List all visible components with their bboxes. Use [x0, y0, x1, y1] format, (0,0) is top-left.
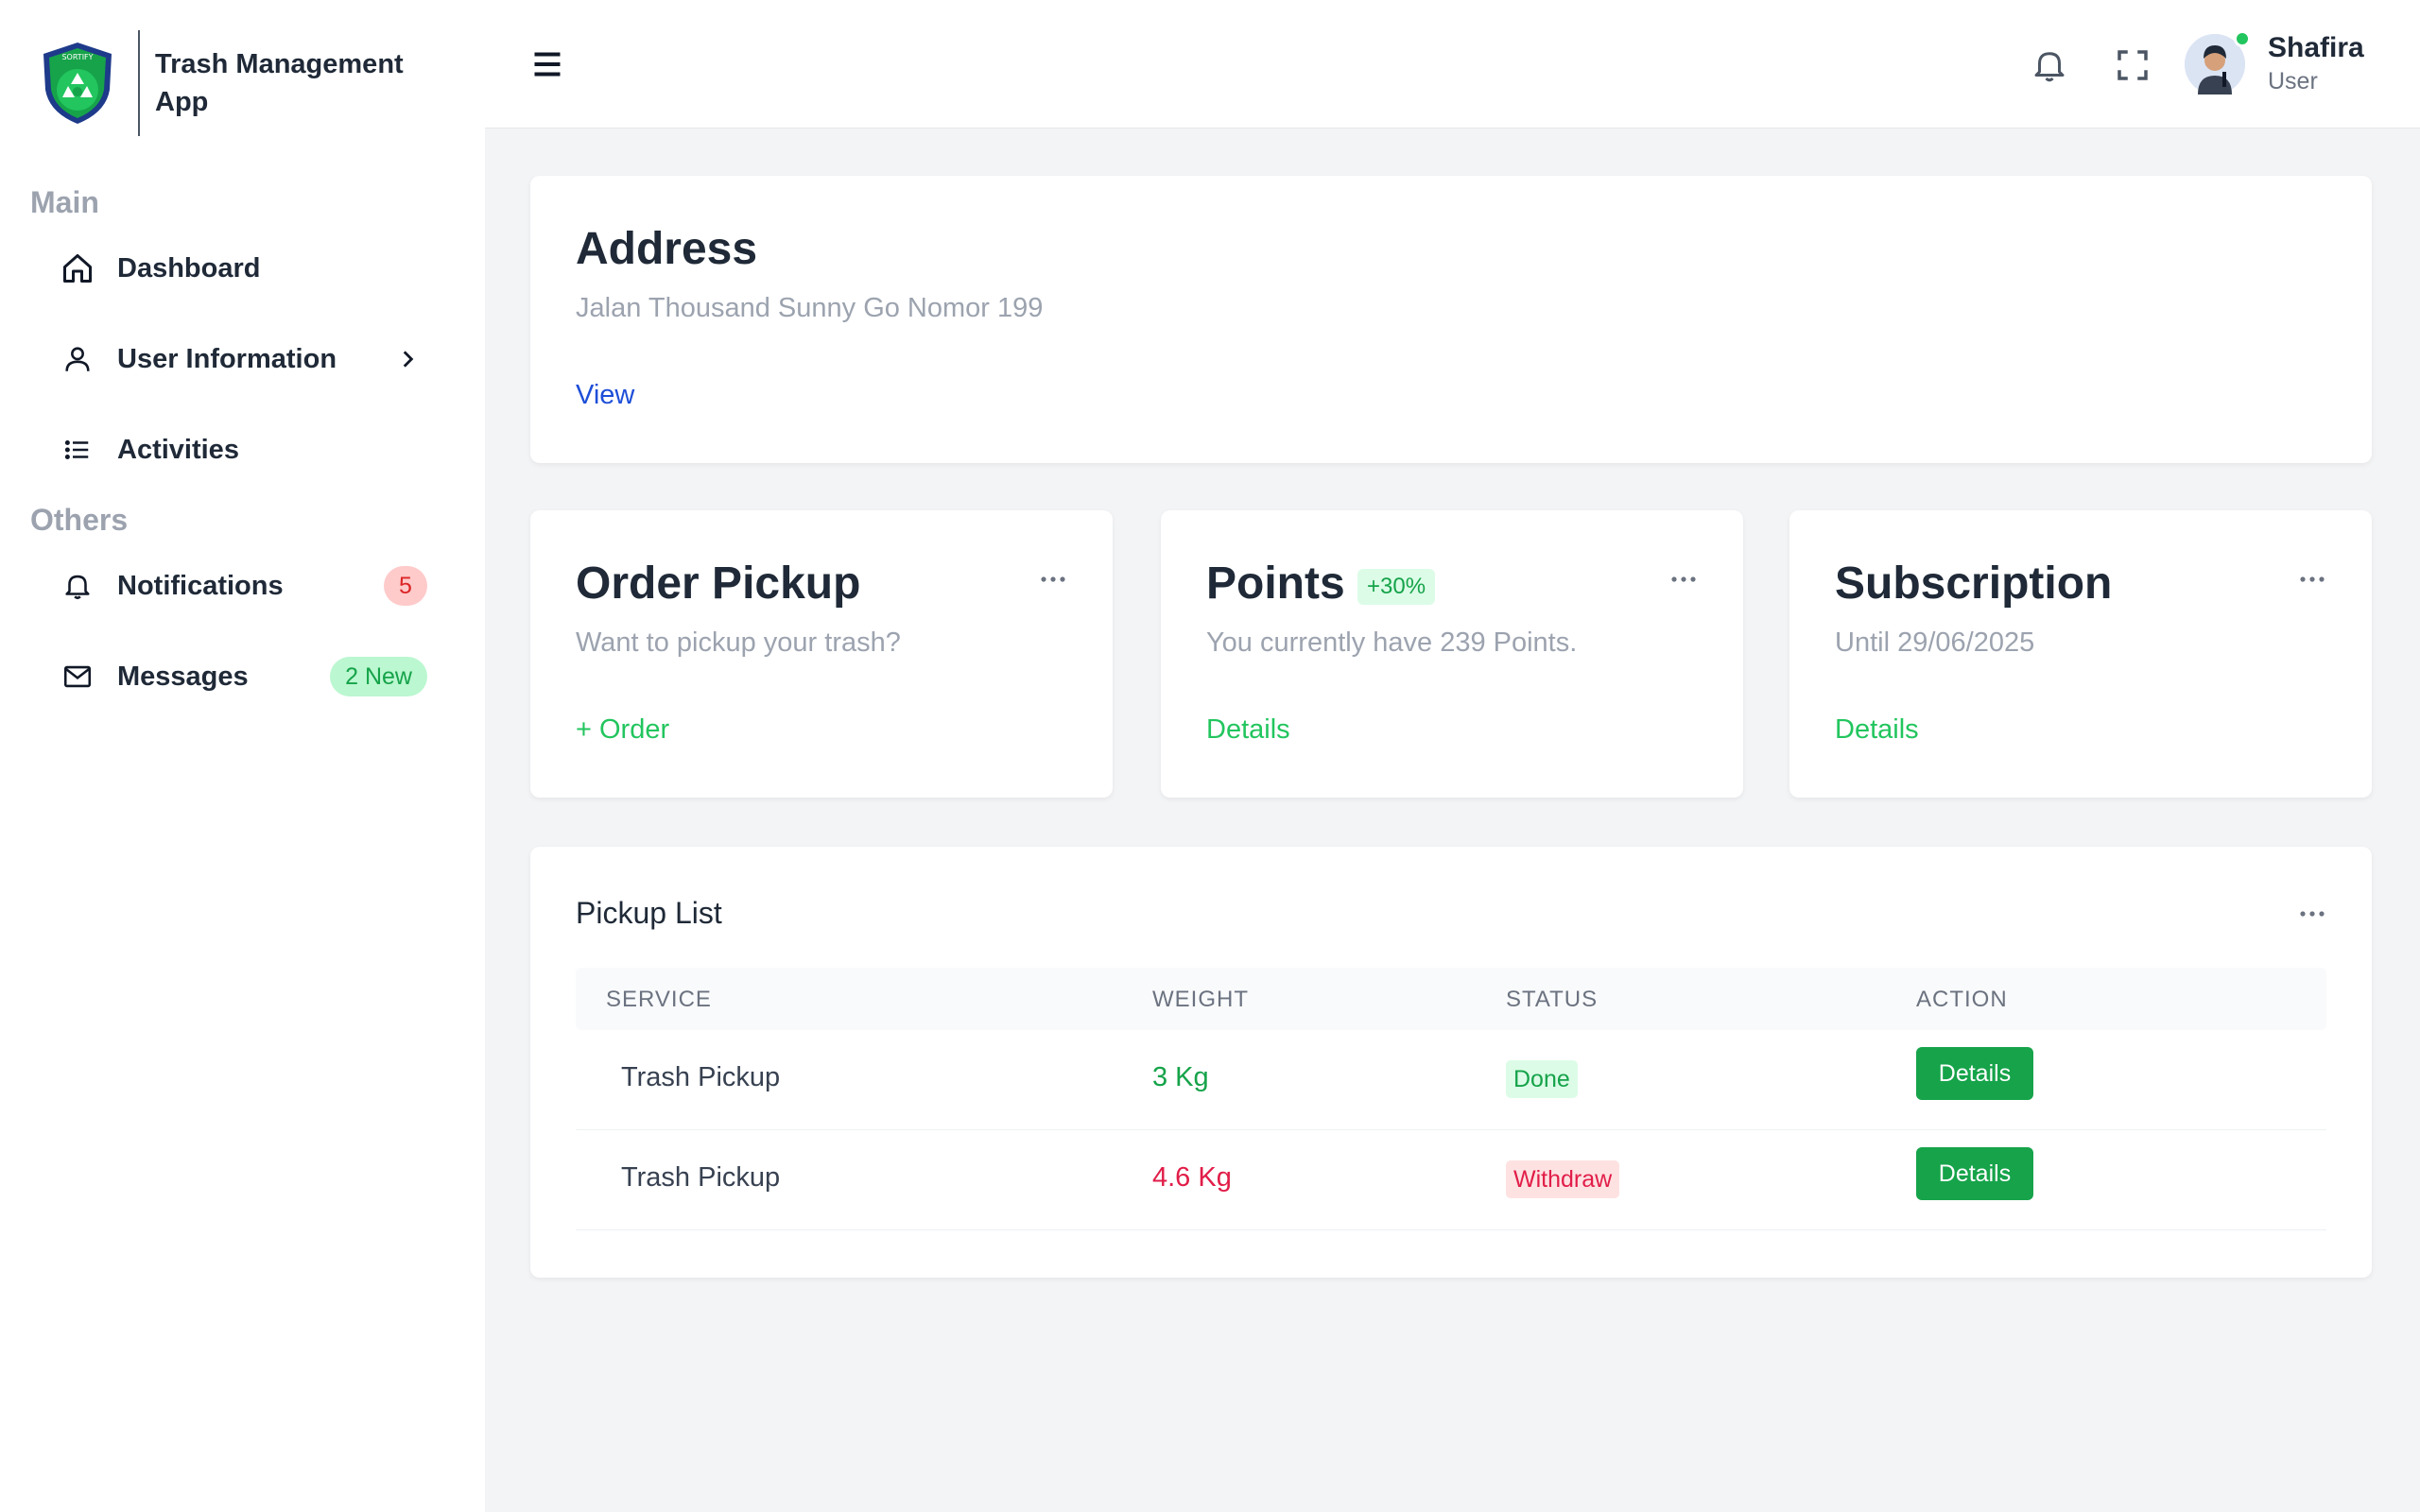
service-cell: Trash Pickup [621, 1062, 781, 1092]
sidebar-item-notifications[interactable]: Notifications 5 [59, 558, 427, 614]
section-label-others: Others [30, 503, 129, 537]
column-header-weight: WEIGHT [1152, 987, 1249, 1012]
top-header: Shafira User [485, 0, 2420, 129]
sidebar-item-dashboard[interactable]: Dashboard [59, 240, 427, 297]
table-row: Trash Pickup 4.6 Kg Withdraw Details [576, 1130, 2326, 1230]
sidebar: SORTIFY Trash Management App Main Dashbo… [0, 0, 485, 1512]
hamburger-icon[interactable] [530, 47, 564, 81]
card-title: Order Pickup [576, 558, 861, 609]
details-button[interactable]: Details [1916, 1047, 2033, 1100]
card-title: Subscription [1835, 558, 2113, 609]
sidebar-item-label: Dashboard [117, 252, 261, 284]
sidebar-item-label: Notifications [117, 570, 284, 601]
sidebar-item-label: User Information [117, 343, 337, 374]
svg-text:SORTIFY: SORTIFY [61, 53, 93, 61]
card-title: Points [1206, 558, 1345, 609]
status-badge: Done [1506, 1060, 1578, 1098]
table-header: SERVICE WEIGHT STATUS ACTION [576, 968, 2326, 1030]
card-subtitle: Until 29/06/2025 [1835, 627, 2035, 658]
sortify-logo: SORTIFY [43, 42, 112, 124]
chevron-right-icon [403, 351, 414, 368]
more-options-icon[interactable] [1669, 575, 1698, 584]
brand-divider [138, 29, 140, 136]
user-icon [59, 340, 96, 378]
points-details-link[interactable]: Details [1206, 714, 1290, 746]
more-options-icon[interactable] [1039, 575, 1067, 584]
online-status-dot [2234, 30, 2251, 47]
details-button[interactable]: Details [1916, 1147, 2033, 1200]
card-subtitle: Want to pickup your trash? [576, 627, 901, 658]
column-header-action: ACTION [1916, 987, 2008, 1012]
user-name[interactable]: Shafira [2268, 32, 2364, 64]
order-pickup-card: Order Pickup Want to pickup your trash? … [530, 510, 1113, 798]
sidebar-item-label: Activities [117, 434, 239, 465]
more-options-icon[interactable] [2298, 909, 2326, 919]
order-link[interactable]: + Order [576, 714, 669, 746]
service-cell: Trash Pickup [621, 1162, 781, 1193]
home-icon [59, 249, 96, 287]
sidebar-item-user-information[interactable]: User Information [59, 331, 427, 387]
view-address-link[interactable]: View [576, 380, 634, 411]
app-title: Trash Management App [155, 48, 404, 117]
subscription-card: Subscription Until 29/06/2025 Details [1789, 510, 2372, 798]
weight-cell: 3 Kg [1152, 1062, 1209, 1092]
sidebar-item-messages[interactable]: Messages 2 New [59, 648, 427, 705]
section-label-main: Main [30, 185, 99, 219]
weight-cell: 4.6 Kg [1152, 1162, 1232, 1193]
pickup-list-title: Pickup List [576, 896, 722, 930]
column-header-service: SERVICE [606, 987, 712, 1012]
brand[interactable]: SORTIFY Trash Management App [40, 28, 410, 137]
pickup-list-card: Pickup List SERVICE WEIGHT STATUS ACTION… [530, 847, 2372, 1278]
more-options-icon[interactable] [2298, 575, 2326, 584]
subscription-details-link[interactable]: Details [1835, 714, 1919, 746]
card-title: Address [576, 224, 758, 274]
messages-new-badge: 2 New [330, 657, 427, 696]
mail-icon [59, 658, 96, 696]
list-icon [59, 431, 96, 469]
points-card: Points +30% You currently have 239 Point… [1161, 510, 1743, 798]
sidebar-item-label: Messages [117, 661, 249, 692]
notification-count-badge: 5 [384, 566, 427, 606]
bell-icon [59, 567, 96, 605]
table-row: Trash Pickup 3 Kg Done Details [576, 1030, 2326, 1130]
card-subtitle: Jalan Thousand Sunny Go Nomor 199 [576, 293, 1044, 323]
points-growth-badge: +30% [1357, 569, 1436, 605]
sidebar-item-activities[interactable]: Activities [59, 421, 427, 478]
bell-icon[interactable] [2030, 45, 2069, 85]
card-subtitle: You currently have 239 Points. [1206, 627, 1578, 658]
fullscreen-icon[interactable] [2113, 45, 2152, 85]
status-badge: Withdraw [1506, 1160, 1620, 1198]
avatar[interactable] [2185, 30, 2251, 94]
column-header-status: STATUS [1506, 987, 1599, 1012]
user-role: User [2268, 68, 2318, 94]
address-card: Address Jalan Thousand Sunny Go Nomor 19… [530, 176, 2372, 463]
